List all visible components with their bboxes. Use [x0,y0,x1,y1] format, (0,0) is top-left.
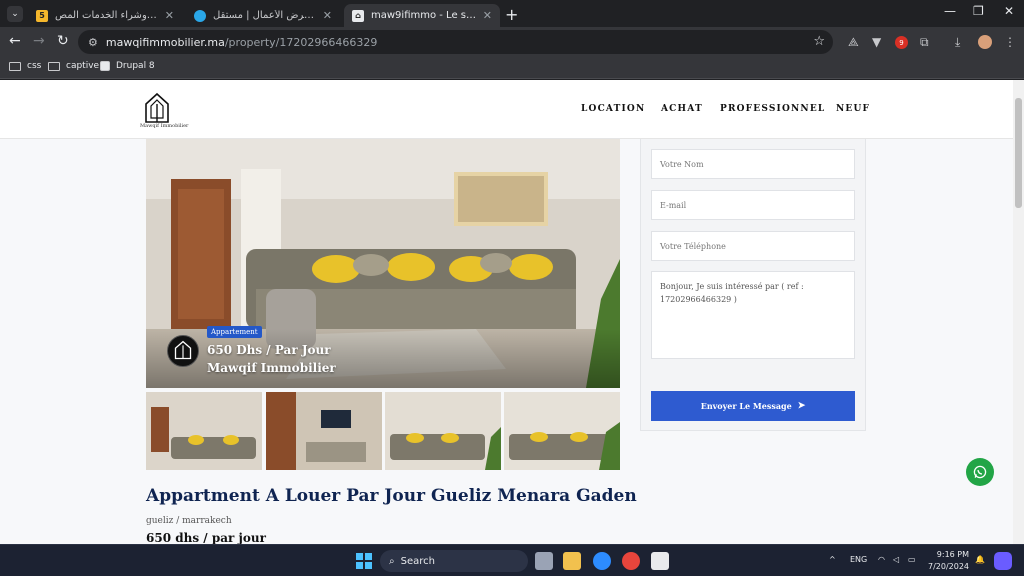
minimize-icon[interactable]: — [944,4,956,18]
back-icon[interactable]: ← [9,33,21,49]
address-bar[interactable]: ⚙ mawqifimmobilier.ma/property/172029664… [78,30,833,54]
menu-dots-icon[interactable]: ⋮ [1004,35,1016,49]
snipping-tool-icon[interactable] [651,552,669,570]
url-host: mawqifimmobilier.ma [105,35,225,49]
restore-icon[interactable]: ❐ [973,4,984,18]
bookmark-captive[interactable]: captive [48,61,99,71]
tab-title: إضافة معرض الأعمال | مستقل [213,10,317,21]
new-tab-icon[interactable]: + [505,5,518,24]
bookmark-star-icon[interactable]: ☆ [813,34,825,49]
email-field[interactable]: E-mail [651,190,855,220]
tray-chevron-icon[interactable]: ^ [829,555,836,564]
bookmark-drupal[interactable]: Drupal 8 [100,61,155,71]
extensions-puzzle-icon[interactable]: ⧉ [920,35,929,50]
agency-name-overlay[interactable]: Mawqif Immobilier [207,361,336,375]
khamsat-favicon-icon: 5 [36,9,48,22]
bookmark-label: css [27,61,42,71]
tab-search-icon[interactable]: ⌄ [7,6,23,22]
nav-achat[interactable]: ACHAT [661,104,703,114]
agency-logo-icon[interactable] [167,335,199,367]
bookmark-css[interactable]: css [9,61,41,71]
notification-bell-icon[interactable]: 🔔 [975,555,985,564]
property-location: gueliz / marrakech [146,516,232,526]
mostaql-favicon-icon [194,9,206,22]
reload-icon[interactable]: ↻ [57,33,69,49]
copilot-icon[interactable] [994,552,1012,570]
battery-icon[interactable]: ▭ [908,555,916,564]
site-header: Mawqif Immobilier LOCATION ACHAT PROFESS… [0,80,1013,139]
tab-title: maw9ifimmo - Le site immobilier [371,10,477,21]
clock-time: 9:16 PM [936,550,970,559]
extension-icon[interactable]: ⟁ [848,35,859,50]
site-info-icon[interactable]: ⚙ [88,36,98,49]
close-tab-icon[interactable]: ✕ [165,9,174,22]
taskbar-clock[interactable]: 9:16 PM 7/20/2024 [928,549,969,573]
tab-title: خمسات - لبيع وشراء الخدمات المص [55,10,159,21]
browser-tab-strip: ⌄ 5 خمسات - لبيع وشراء الخدمات المص ✕ إض… [0,0,1024,27]
gallery-thumbnail[interactable] [504,392,620,470]
volume-icon[interactable]: ◁ [893,555,899,564]
zoom-app-icon[interactable] [593,552,611,570]
gallery-thumbnail[interactable] [385,392,501,470]
forward-icon[interactable]: → [33,33,45,49]
drupal-icon [100,61,110,71]
taskbar-search[interactable]: ⌕ Search [380,550,528,572]
price-overlay: 650 Dhs / Par Jour [207,343,331,357]
close-tab-icon[interactable]: ✕ [323,9,332,22]
clock-date: 7/20/2024 [928,562,970,571]
page-scrollbar[interactable] [1013,80,1024,544]
phone-field[interactable]: Votre Téléphone [651,231,855,261]
send-message-button[interactable]: Envoyer Le Message ➤ [651,391,855,421]
chrome-taskbar-icon[interactable] [622,552,640,570]
property-title: Appartment A Louer Par Jour Gueliz Menar… [146,486,637,506]
language-indicator[interactable]: ENG [850,555,867,564]
extension-badge[interactable]: 9 [895,36,908,49]
bookmark-label: Drupal 8 [116,61,155,71]
folder-icon [9,61,21,71]
folder-icon [48,61,60,71]
task-view-icon[interactable] [535,552,553,570]
nav-location[interactable]: LOCATION [581,104,645,114]
wifi-icon[interactable]: ◠ [878,555,885,564]
property-price: 650 dhs / par jour [146,531,266,544]
url-path: /property/17202966466329 [224,35,378,49]
tab-mostaql[interactable]: إضافة معرض الأعمال | مستقل ✕ [186,4,340,27]
windows-taskbar: ⌕ Search ^ ENG ◠ ◁ ▭ 9:16 PM 7/20/2024 🔔 [0,544,1024,576]
file-explorer-icon[interactable] [563,552,581,570]
download-icon[interactable]: ⤓ [955,35,960,50]
taskbar-search-label: Search [400,555,435,567]
send-button-label: Envoyer Le Message [700,401,792,411]
tab-mawqif[interactable]: ⌂ maw9ifimmo - Le site immobilier ✕ [344,4,500,27]
close-tab-icon[interactable]: ✕ [483,9,492,22]
tab-khamsat[interactable]: 5 خمسات - لبيع وشراء الخدمات المص ✕ [28,4,182,27]
logo-text: Mawqif Immobilier [140,123,189,129]
browser-toolbar: ← → ↻ ⚙ mawqifimmobilier.ma/property/172… [0,27,1024,57]
search-icon: ⌕ [389,555,395,567]
mawqif-favicon-icon: ⌂ [352,9,364,22]
nav-professionnel[interactable]: PROFESSIONNEL [720,104,825,114]
scrollbar-thumb[interactable] [1015,98,1022,208]
message-textarea[interactable]: Bonjour, Je suis intéressé par ( ref : 1… [651,271,855,359]
whatsapp-icon[interactable] [966,458,994,486]
windows-start-icon[interactable] [355,552,373,570]
name-field[interactable]: Votre Nom [651,149,855,179]
category-badge: Appartement [207,326,262,338]
nav-neuf[interactable]: NEUF [836,104,870,114]
gallery-thumbnail[interactable] [146,392,262,470]
profile-avatar[interactable] [978,35,992,49]
bookmark-label: captive [66,61,100,71]
vpn-extension-icon[interactable]: ▼ [872,35,881,49]
paper-plane-icon: ➤ [797,401,806,411]
page-viewport: Mawqif Immobilier LOCATION ACHAT PROFESS… [0,80,1013,544]
gallery-thumbnail[interactable] [266,392,382,470]
bookmarks-bar: css captive Drupal 8 [0,57,1024,79]
close-window-icon[interactable]: ✕ [1004,4,1014,18]
